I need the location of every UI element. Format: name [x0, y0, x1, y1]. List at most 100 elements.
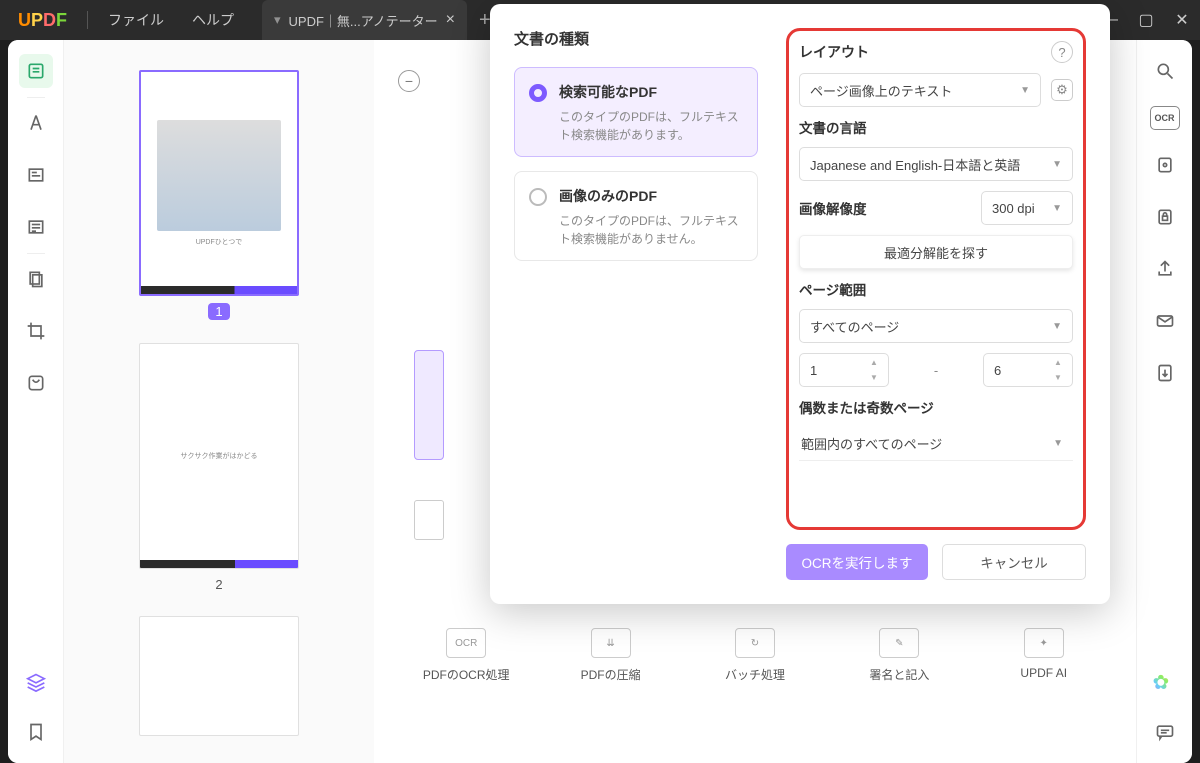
resolution-select[interactable]: 300 dpi ▼: [981, 191, 1073, 225]
radio-unselected-icon: [529, 188, 547, 206]
radio-selected-icon: [529, 84, 547, 102]
settings-panel: レイアウト ? ページ画像上のテキスト ▼ ⚙ 文書の言語 Japanese a…: [786, 28, 1086, 530]
protect-icon[interactable]: [1148, 148, 1182, 182]
ai-flower-icon[interactable]: [1148, 665, 1182, 699]
find-best-resolution-button[interactable]: 最適分解能を探す: [799, 235, 1073, 269]
range-to-input[interactable]: 6 ▲ ▼: [983, 353, 1073, 387]
page-thumbnail-2[interactable]: サクサク作業がはかどる: [139, 343, 299, 569]
oddeven-select[interactable]: 範囲内のすべてのページ ▼: [799, 427, 1073, 461]
select-value: ページ画像上のテキスト: [810, 81, 952, 100]
compress-icon: ⇊: [591, 628, 631, 658]
help-icon[interactable]: ?: [1051, 41, 1073, 63]
window-maximize-button[interactable]: ▢: [1128, 10, 1164, 30]
option-desc: このタイプのPDFは、フルテキスト検索機能がありません。: [559, 212, 743, 248]
range-heading: ページ範囲: [799, 279, 1073, 299]
step-up-icon[interactable]: ▲: [870, 358, 882, 367]
tool-compress[interactable]: ⇊ PDFの圧縮: [561, 628, 661, 683]
document-tab[interactable]: ▾ UPDF｜無...アノテーター ×: [262, 0, 467, 40]
ocr-icon: OCR: [446, 628, 486, 658]
run-ocr-button[interactable]: OCRを実行します: [786, 544, 928, 580]
mail-icon[interactable]: [1148, 304, 1182, 338]
tool-batch[interactable]: ↻バッチ処理: [705, 628, 805, 683]
select-value: Japanese and English-日本語と英語: [810, 155, 1020, 174]
tab-title: UPDF｜無...アノテーター: [289, 11, 438, 30]
thumbnail-panel: UPDFひとつで 1 サクサク作業がはかどる 2: [64, 40, 374, 763]
redact-tool[interactable]: [19, 366, 53, 400]
select-value: すべてのページ: [810, 317, 899, 336]
export-icon[interactable]: [1148, 356, 1182, 390]
divider: [87, 11, 88, 29]
lang-heading: 文書の言語: [799, 117, 1073, 137]
oddeven-heading: 偶数または奇数ページ: [799, 397, 1073, 417]
crop-tool[interactable]: [19, 314, 53, 348]
tab-close-icon[interactable]: ×: [446, 11, 455, 29]
tab-chevron-icon: ▾: [274, 12, 281, 28]
right-toolbar: OCR: [1136, 40, 1192, 763]
window-close-button[interactable]: ✕: [1164, 10, 1200, 30]
option-title: 検索可能なPDF: [559, 82, 743, 102]
organize-tool[interactable]: [19, 210, 53, 244]
option-title: 画像のみのPDF: [559, 186, 743, 206]
edit-tool[interactable]: [19, 158, 53, 192]
left-toolbar: [8, 40, 64, 763]
page-thumbnail-1[interactable]: UPDFひとつで: [139, 70, 299, 296]
chevron-down-icon: ▼: [1020, 85, 1030, 96]
page-preview-strip: [414, 350, 444, 460]
ocr-icon[interactable]: OCR: [1150, 106, 1180, 130]
select-value: 300 dpi: [992, 201, 1035, 216]
language-select[interactable]: Japanese and English-日本語と英語 ▼: [799, 147, 1073, 181]
option-image-only-pdf[interactable]: 画像のみのPDF このタイプのPDFは、フルテキスト検索機能がありません。: [514, 171, 758, 261]
layers-icon[interactable]: [19, 665, 53, 699]
step-down-icon[interactable]: ▼: [1054, 373, 1066, 382]
input-value: 1: [810, 363, 817, 378]
step-down-icon[interactable]: ▼: [870, 373, 882, 382]
tool-ocr[interactable]: OCR PDFのOCR処理: [416, 628, 516, 683]
tool-label: PDFの圧縮: [581, 666, 641, 683]
add-tab-button[interactable]: +: [479, 9, 491, 32]
menu-help[interactable]: ヘルプ: [178, 10, 248, 30]
range-dash: -: [899, 363, 973, 378]
chevron-down-icon: ▼: [1052, 321, 1062, 332]
page-preview-strip-2: [414, 500, 444, 540]
select-value: 範囲内のすべてのページ: [801, 434, 942, 453]
app-logo: UPDF: [18, 10, 67, 31]
tool-sign[interactable]: ✎ 署名と記入: [849, 628, 949, 683]
option-searchable-pdf[interactable]: 検索可能なPDF このタイプのPDFは、フルテキスト検索機能があります。: [514, 67, 758, 157]
sign-icon: ✎: [879, 628, 919, 658]
comment-tool[interactable]: [19, 106, 53, 140]
range-from-input[interactable]: 1 ▲ ▼: [799, 353, 889, 387]
cancel-button[interactable]: キャンセル: [942, 544, 1086, 580]
ai-icon: ✦: [1024, 628, 1064, 658]
doc-type-heading: 文書の種類: [514, 28, 758, 49]
chevron-down-icon: ▼: [1052, 203, 1062, 214]
quick-tools-row: OCR PDFのOCR処理 ⇊ PDFの圧縮 ↻バッチ処理 ✎ 署名と記入 ✦ UPDF…: [374, 628, 1136, 683]
search-icon[interactable]: [1148, 54, 1182, 88]
tool-label: バッチ処理: [725, 666, 785, 683]
tool-ai[interactable]: ✦ UPDF AI: [994, 628, 1094, 683]
thumb-caption: UPDFひとつで: [196, 237, 243, 247]
chevron-down-icon: ▼: [1052, 159, 1062, 170]
chat-icon[interactable]: [1148, 715, 1182, 749]
page-range-select[interactable]: すべてのページ ▼: [799, 309, 1073, 343]
collapse-button[interactable]: −: [398, 70, 420, 92]
layout-select[interactable]: ページ画像上のテキスト ▼: [799, 73, 1041, 107]
tool-label: 署名と記入: [869, 666, 929, 683]
page-thumbnail-3[interactable]: [139, 616, 299, 736]
layout-heading: レイアウト: [799, 42, 869, 62]
tool-label: UPDF AI: [1020, 666, 1067, 680]
reader-tool[interactable]: [19, 54, 53, 88]
menu-file[interactable]: ファイル: [94, 10, 178, 30]
lock-icon[interactable]: [1148, 200, 1182, 234]
step-up-icon[interactable]: ▲: [1054, 358, 1066, 367]
page-number-1: 1: [124, 304, 314, 319]
share-icon[interactable]: [1148, 252, 1182, 286]
page-number-2: 2: [124, 577, 314, 592]
gear-icon[interactable]: ⚙: [1051, 79, 1073, 101]
input-value: 6: [994, 363, 1001, 378]
tool-label: PDFのOCR処理: [423, 666, 510, 683]
thumb-caption: サクサク作業がはかどる: [181, 451, 258, 461]
ocr-dialog: 文書の種類 検索可能なPDF このタイプのPDFは、フルテキスト検索機能がありま…: [490, 4, 1110, 604]
bookmark-icon[interactable]: [19, 715, 53, 749]
option-desc: このタイプのPDFは、フルテキスト検索機能があります。: [559, 108, 743, 144]
page-tool[interactable]: [19, 262, 53, 296]
